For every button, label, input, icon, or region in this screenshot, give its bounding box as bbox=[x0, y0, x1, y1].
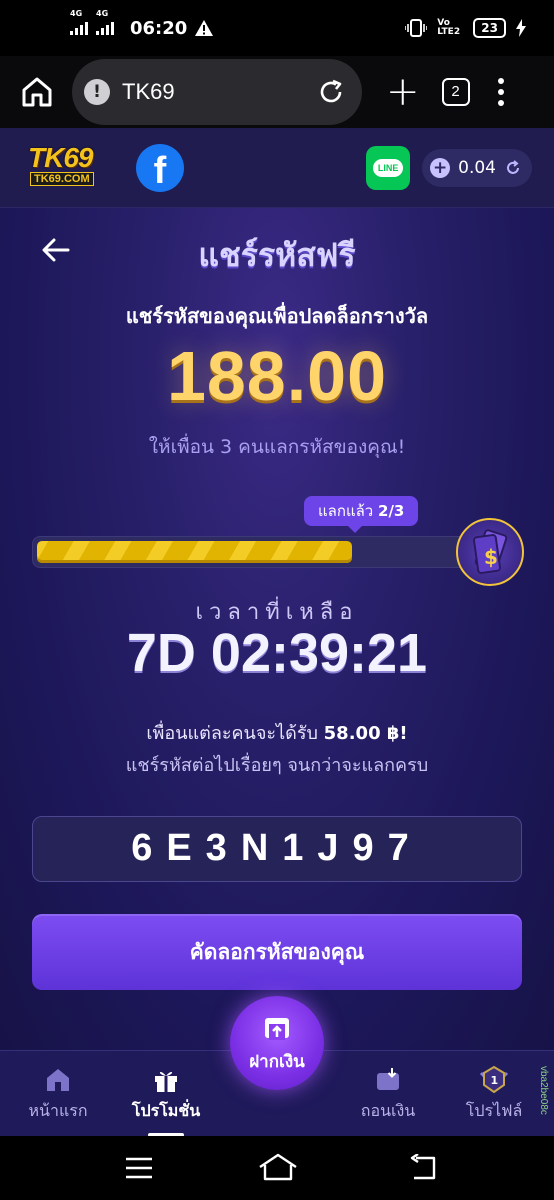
system-navigation-bar bbox=[0, 1136, 554, 1200]
friend-reward-text: เพื่อนแต่ละคนจะได้รับ 58.00 ฿! bbox=[146, 723, 408, 744]
more-menu-icon[interactable] bbox=[497, 78, 504, 106]
volte-indicator: Vo LTE2 bbox=[437, 18, 461, 37]
status-bar: 4G 4G 06:20 Vo LTE2 23 bbox=[0, 0, 554, 56]
status-time: 06:20 bbox=[130, 17, 188, 39]
ticket-reward-icon: $ bbox=[456, 518, 524, 586]
reward-amount: 188.00 bbox=[166, 337, 388, 415]
rank-badge-icon: 1 bbox=[479, 1065, 509, 1094]
balance-pill[interactable]: + 0.04 bbox=[422, 148, 532, 187]
facebook-icon[interactable]: f bbox=[136, 143, 184, 192]
add-funds-icon[interactable]: + bbox=[430, 157, 451, 178]
site-logo[interactable]: TK69 TK69.COM bbox=[28, 143, 116, 192]
charging-icon bbox=[516, 19, 526, 37]
share-code-field[interactable]: 6E3N1J97 bbox=[32, 816, 522, 882]
watermark-text: vba2be08c bbox=[538, 1066, 549, 1115]
warning-icon bbox=[195, 20, 214, 36]
copy-code-button[interactable]: คัดลอกรหัสของคุณ bbox=[32, 914, 522, 990]
browser-toolbar: ! TK69 + 2 bbox=[0, 56, 554, 128]
deposit-icon bbox=[265, 1018, 289, 1040]
signal-2-icon: 4G bbox=[96, 9, 114, 35]
nav-home[interactable]: หน้าแรก bbox=[8, 1065, 108, 1124]
progress-fill bbox=[37, 541, 353, 563]
home-nav-icon[interactable] bbox=[258, 1152, 298, 1182]
invite-text: ให้เพื่อน 3 คนแลกรหัสของคุณ! bbox=[148, 436, 406, 458]
progress-badge: แลกแล้ว 2/3 bbox=[304, 496, 419, 533]
balance-amount: 0.04 bbox=[458, 157, 496, 178]
share-code-page: แชร์รหัสฟรี แชร์รหัสของคุณเพื่อปลดล็อกรา… bbox=[0, 208, 554, 1050]
reload-icon[interactable] bbox=[316, 77, 346, 107]
nav-profile[interactable]: 1 โปรไฟล์ bbox=[444, 1065, 544, 1124]
page-title: แชร์รหัสฟรี bbox=[198, 236, 356, 274]
nav-promotions[interactable]: โปรโมชั่น bbox=[116, 1065, 216, 1124]
gift-icon bbox=[155, 1071, 177, 1092]
address-bar[interactable]: ! TK69 bbox=[72, 59, 362, 125]
tab-switcher-button[interactable]: 2 bbox=[441, 78, 470, 106]
svg-text:$: $ bbox=[484, 545, 498, 569]
site-info-icon[interactable]: ! bbox=[84, 79, 110, 105]
wallet-icon bbox=[377, 1068, 399, 1090]
new-tab-button[interactable]: + bbox=[386, 72, 420, 112]
battery-indicator: 23 bbox=[473, 18, 506, 38]
vibrate-icon bbox=[405, 19, 428, 37]
site-header: TK69 TK69.COM f LINE + 0.04 bbox=[0, 128, 554, 208]
refresh-icon[interactable] bbox=[504, 159, 522, 177]
back-nav-icon[interactable] bbox=[408, 1154, 438, 1182]
home-icon bbox=[47, 1069, 69, 1091]
deposit-button[interactable]: ฝากเงิน bbox=[230, 996, 324, 1090]
page-subtitle: แชร์รหัสของคุณเพื่อปลดล็อกรางวัล bbox=[125, 304, 429, 328]
progress-track bbox=[32, 536, 472, 568]
url-text[interactable]: TK69 bbox=[122, 79, 175, 105]
share-instruction-text: แชร์รหัสต่อไปเรื่อยๆ จนกว่าจะแลกครบ bbox=[125, 755, 429, 776]
line-icon[interactable]: LINE bbox=[366, 145, 411, 190]
profile-rank-number: 1 bbox=[491, 1074, 499, 1087]
signal-1-icon: 4G bbox=[70, 9, 88, 35]
recent-apps-icon[interactable] bbox=[124, 1156, 154, 1180]
home-icon[interactable] bbox=[20, 75, 54, 109]
countdown-timer: 7D 02:39:21 bbox=[126, 623, 428, 683]
nav-withdraw[interactable]: ถอนเงิน bbox=[338, 1065, 438, 1124]
